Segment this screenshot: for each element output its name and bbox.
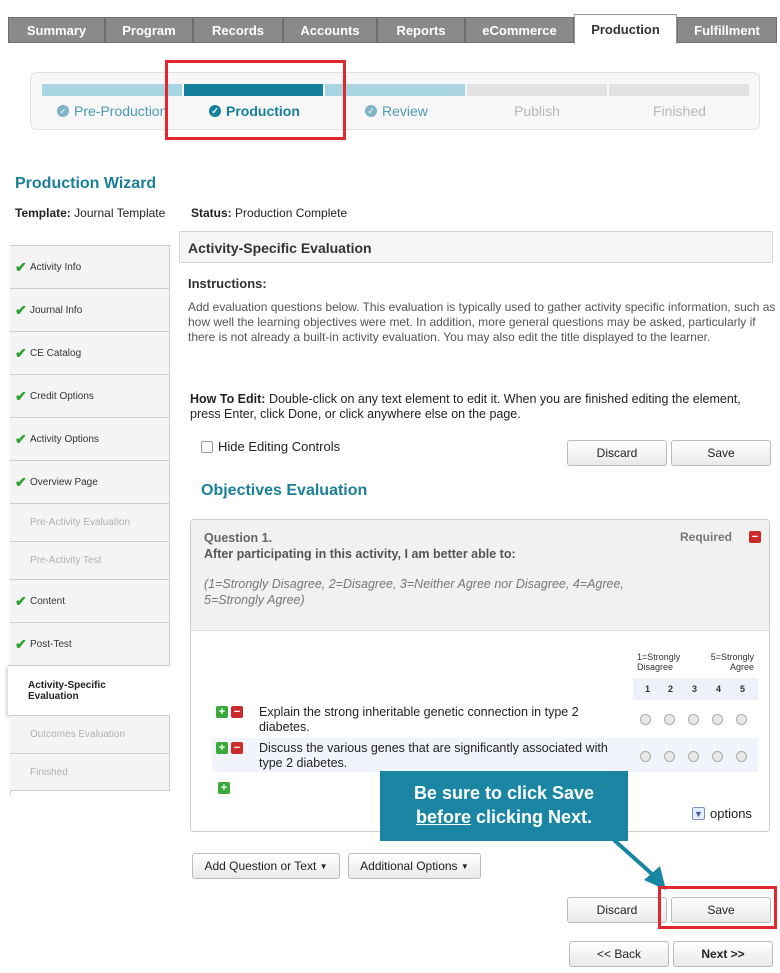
options-toggle[interactable]: ▼ options: [692, 806, 752, 821]
step-publish: Publish: [514, 103, 560, 119]
sidebar-item-activity-options[interactable]: ✔ Activity Options: [10, 417, 170, 460]
sidebar-item-outcomes-evaluation: Outcomes Evaluation: [10, 715, 170, 753]
sidebar-item-ce-catalog[interactable]: ✔ CE Catalog: [10, 331, 170, 374]
instructions-text: Add evaluation questions below. This eva…: [188, 300, 776, 344]
remove-row-icon[interactable]: −: [231, 706, 243, 718]
sidebar-item-overview-page[interactable]: ✔ Overview Page: [10, 460, 170, 503]
next-button[interactable]: Next >>: [673, 941, 773, 967]
sidebar-item-pre-activity-evaluation: Pre-Activity Evaluation: [10, 503, 170, 541]
progress-stepper: [30, 72, 760, 130]
table-row[interactable]: Explain the strong inheritable genetic c…: [259, 705, 624, 735]
radio-option[interactable]: [688, 714, 699, 725]
callout-note: Be sure to click Save before clicking Ne…: [380, 771, 628, 841]
remove-question-icon[interactable]: −: [749, 531, 761, 543]
save-button-top[interactable]: Save: [671, 440, 771, 466]
checkmark-icon: ✔: [15, 635, 27, 652]
question-text[interactable]: After participating in this activity, I …: [204, 547, 516, 561]
radio-option[interactable]: [736, 751, 747, 762]
question-number[interactable]: Question 1.: [204, 531, 272, 545]
sidebar-item-activity-specific-evaluation[interactable]: Activity-Specific Evaluation: [8, 665, 170, 715]
checkmark-icon: ✔: [15, 592, 27, 609]
scale-num-3: 3: [692, 684, 698, 694]
instructions-label: Instructions:: [188, 276, 267, 291]
back-button[interactable]: << Back: [569, 941, 669, 967]
checkmark-icon: ✔: [15, 258, 27, 275]
step-bar-finished: [609, 84, 749, 96]
tab-records[interactable]: Records: [193, 17, 283, 43]
step-bar-review: [325, 84, 465, 96]
checkmark-icon: ✔: [15, 344, 27, 361]
scale-num-4: 4: [716, 684, 722, 694]
scale-description[interactable]: (1=Strongly Disagree, 2=Disagree, 3=Neit…: [204, 576, 674, 608]
template-info: Template: Journal Template: [15, 206, 166, 220]
status-info: Status: Production Complete: [191, 206, 348, 220]
add-row-icon[interactable]: +: [216, 742, 228, 754]
scale-low-label: 1=Strongly Disagree: [637, 652, 681, 672]
radio-option[interactable]: [712, 751, 723, 762]
remove-row-icon[interactable]: −: [231, 742, 243, 754]
tab-summary[interactable]: Summary: [8, 17, 105, 43]
scale-num-2: 2: [668, 684, 674, 694]
radio-option[interactable]: [712, 714, 723, 725]
add-row-icon[interactable]: +: [216, 706, 228, 718]
step-bar-pre-production: [42, 84, 182, 96]
checkmark-icon: ✔: [15, 301, 27, 318]
checkmark-icon: ✔: [15, 473, 27, 490]
scale-num-5: 5: [740, 684, 746, 694]
sidebar-item-post-test[interactable]: ✔ Post-Test: [10, 622, 170, 665]
tab-production[interactable]: Production: [574, 14, 677, 44]
sidebar-item-content[interactable]: ✔ Content: [10, 579, 170, 622]
sidebar-item-journal-info[interactable]: ✔ Journal Info: [10, 288, 170, 331]
scale-high-label: 5=Strongly Agree: [710, 652, 754, 672]
section-title: Activity-Specific Evaluation: [179, 231, 773, 263]
evaluation-title[interactable]: Objectives Evaluation: [201, 482, 367, 500]
step-finished: Finished: [653, 103, 706, 119]
check-circle-icon: ✓: [365, 105, 377, 117]
hide-editing-checkbox[interactable]: [201, 440, 213, 453]
sidebar-item-pre-activity-test: Pre-Activity Test: [10, 541, 170, 579]
tab-reports[interactable]: Reports: [377, 17, 465, 43]
checkmark-icon: ✔: [15, 387, 27, 404]
sidebar-item-finished: Finished: [10, 753, 170, 791]
caret-down-icon: ▼: [460, 861, 469, 871]
highlight-box-save: [658, 886, 777, 929]
checkmark-icon: ✔: [15, 430, 27, 447]
page-title: Production Wizard: [15, 175, 157, 192]
chevron-down-icon: ▼: [692, 807, 705, 820]
check-circle-icon: ✓: [57, 105, 69, 117]
hide-editing-controls[interactable]: Hide Editing Controls: [201, 439, 340, 454]
radio-option[interactable]: [736, 714, 747, 725]
radio-option[interactable]: [664, 714, 675, 725]
additional-options-dropdown[interactable]: Additional Options ▼: [348, 853, 481, 879]
radio-option[interactable]: [640, 714, 651, 725]
caret-down-icon: ▼: [319, 861, 328, 871]
sidebar-item-activity-info[interactable]: ✔ Activity Info: [10, 245, 170, 288]
required-label: Required: [680, 530, 733, 544]
step-bar-publish: [467, 84, 607, 96]
radio-option[interactable]: [640, 751, 651, 762]
table-row[interactable]: Discuss the various genes that are signi…: [259, 741, 624, 771]
step-review[interactable]: ✓ Review: [365, 103, 428, 119]
sidebar-item-credit-options[interactable]: ✔ Credit Options: [10, 374, 170, 417]
add-row-icon[interactable]: +: [218, 782, 230, 794]
add-question-dropdown[interactable]: Add Question or Text ▼: [192, 853, 340, 879]
scale-num-1: 1: [645, 684, 651, 694]
tab-accounts[interactable]: Accounts: [283, 17, 377, 43]
discard-button[interactable]: Discard: [567, 897, 667, 923]
radio-option[interactable]: [688, 751, 699, 762]
discard-button-top[interactable]: Discard: [567, 440, 667, 466]
tab-fulfillment[interactable]: Fulfillment: [677, 17, 777, 43]
tab-program[interactable]: Program: [105, 17, 193, 43]
step-pre-production[interactable]: ✓ Pre-Production: [57, 103, 167, 119]
how-to-edit: How To Edit: Double-click on any text el…: [190, 392, 741, 421]
tab-ecommerce[interactable]: eCommerce: [465, 17, 574, 43]
radio-option[interactable]: [664, 751, 675, 762]
highlight-box-production-step: [165, 60, 346, 140]
